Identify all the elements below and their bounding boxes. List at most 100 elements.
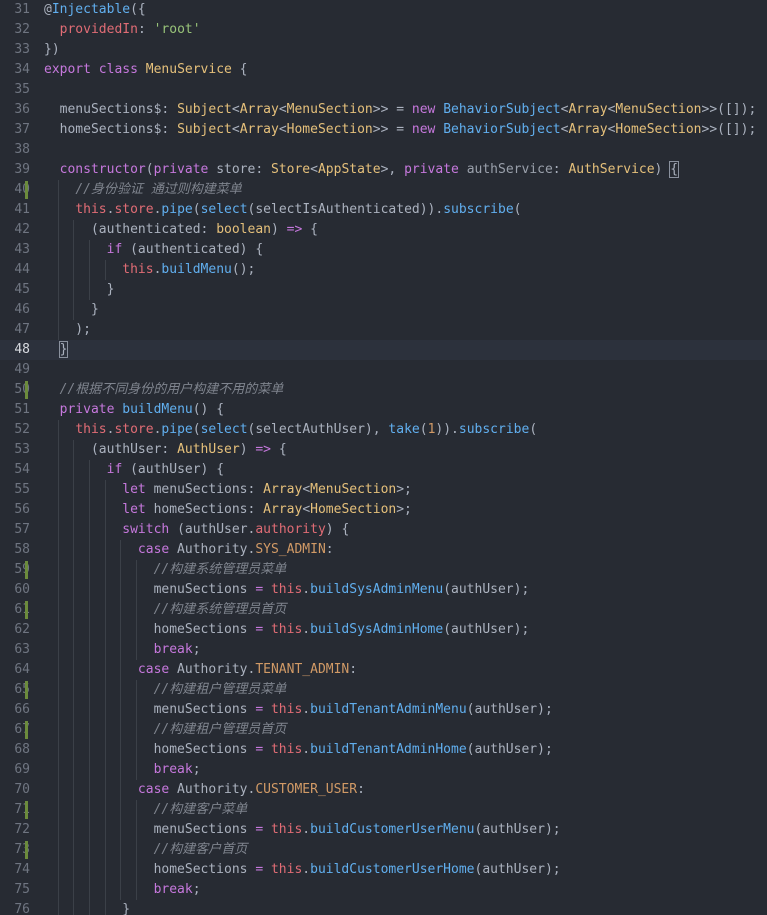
- code-token: () {: [192, 402, 225, 417]
- code-line[interactable]: 40 //身份验证 通过则构建菜单: [0, 180, 767, 200]
- code-line[interactable]: 59 //构建系统管理员菜单: [0, 560, 767, 580]
- code-text: homeSections = this.buildSysAdminHome(au…: [44, 620, 530, 640]
- matching-bracket: }: [58, 341, 69, 358]
- code-line[interactable]: 56 let homeSections: Array<HomeSection>;: [0, 500, 767, 520]
- code-line[interactable]: 34 export class MenuService {: [0, 60, 767, 80]
- code-line[interactable]: 46 }: [0, 300, 767, 320]
- code-line[interactable]: 54 if (authUser) {: [0, 460, 767, 480]
- code-line[interactable]: 62 homeSections = this.buildSysAdminHome…: [0, 620, 767, 640]
- code-line[interactable]: 31 @Injectable({: [0, 0, 767, 20]
- code-line[interactable]: 70 case Authority.CUSTOMER_USER:: [0, 780, 767, 800]
- code-line[interactable]: 36 menuSections$: Subject<Array<MenuSect…: [0, 100, 767, 120]
- code-line[interactable]: 50 //根据不同身份的用户构建不用的菜单: [0, 380, 767, 400]
- code-editor[interactable]: 31 @Injectable({32 providedIn: 'root' 33})…: [0, 0, 767, 915]
- code-text: this.store.pipe(select(selectIsAuthentic…: [44, 200, 521, 220]
- line-number: 42: [14, 222, 30, 237]
- code-line[interactable]: 48 }: [0, 340, 767, 360]
- code-token: MenuSection: [286, 102, 373, 117]
- code-comment: //根据不同身份的用户构建不用的菜单: [59, 382, 284, 397]
- code-line[interactable]: 47 );: [0, 320, 767, 340]
- code-token: =: [255, 862, 264, 877]
- code-line[interactable]: 71 //构建客户菜单: [0, 800, 767, 820]
- code-token: TENANT_ADMIN: [255, 662, 350, 677]
- code-token: buildCustomerUserMenu: [310, 822, 475, 837]
- code-text: //构建客户首页: [44, 840, 248, 860]
- code-token: Array: [568, 102, 608, 117]
- code-line[interactable]: 73 //构建客户首页: [0, 840, 767, 860]
- line-number: 72: [14, 822, 30, 837]
- code-line[interactable]: 65 //构建租户管理员菜单: [0, 680, 767, 700]
- code-text: menuSections$: Subject<Array<MenuSection…: [44, 100, 757, 120]
- code-line[interactable]: 63 break;: [0, 640, 767, 660]
- code-line[interactable]: 72 menuSections = this.buildCustomerUser…: [0, 820, 767, 840]
- code-text: break;: [44, 640, 201, 660]
- code-text: this.buildMenu();: [44, 260, 255, 280]
- code-line[interactable]: 57 switch (authUser.authority) {: [0, 520, 767, 540]
- code-text: break;: [44, 760, 201, 780]
- code-line[interactable]: 74 homeSections = this.buildCustomerUser…: [0, 860, 767, 880]
- code-line[interactable]: 75 break;: [0, 880, 767, 900]
- code-comment: //构建系统管理员首页: [153, 602, 287, 617]
- code-token: Array: [263, 502, 303, 517]
- code-token: :: [552, 162, 569, 177]
- code-token: ();: [231, 262, 256, 277]
- code-text: case Authority.CUSTOMER_USER:: [44, 780, 365, 800]
- code-line[interactable]: 76 }: [0, 900, 767, 915]
- code-line[interactable]: 42 (authenticated: boolean) => {: [0, 220, 767, 240]
- code-line[interactable]: 60 menuSections = this.buildSysAdminMenu…: [0, 580, 767, 600]
- code-line[interactable]: 64 case Authority.TENANT_ADMIN:: [0, 660, 767, 680]
- code-line[interactable]: 66 menuSections = this.buildTenantAdminM…: [0, 700, 767, 720]
- code-token: Subject: [177, 122, 232, 137]
- code-token: Array: [263, 482, 303, 497]
- code-line[interactable]: 38: [0, 140, 767, 160]
- code-line[interactable]: 68 homeSections = this.buildTenantAdminH…: [0, 740, 767, 760]
- code-text: providedIn: 'root': [44, 20, 201, 40]
- code-line[interactable]: 35: [0, 80, 767, 100]
- code-line[interactable]: 49: [0, 360, 767, 380]
- code-line[interactable]: 61 //构建系统管理员首页: [0, 600, 767, 620]
- code-token: BehaviorSubject: [443, 102, 561, 117]
- code-token: store:: [208, 162, 271, 177]
- code-line[interactable]: 33}): [0, 40, 767, 60]
- code-comment: //身份验证 通过则构建菜单: [75, 182, 242, 197]
- line-number: 49: [14, 362, 30, 377]
- code-token: }: [44, 282, 115, 297]
- code-line[interactable]: 51 private buildMenu() {: [0, 400, 767, 420]
- line-number: 56: [14, 502, 30, 517]
- code-line[interactable]: 53 (authUser: AuthUser) => {: [0, 440, 767, 460]
- code-token: Subject: [177, 102, 232, 117]
- code-line[interactable]: 43 if (authenticated) {: [0, 240, 767, 260]
- code-token: ): [270, 222, 287, 237]
- code-token: >;: [396, 482, 412, 497]
- code-line[interactable]: 45 }: [0, 280, 767, 300]
- line-number: 62: [14, 622, 30, 637]
- code-token: (authUser);: [466, 742, 553, 757]
- code-token: (: [192, 422, 201, 437]
- code-text: //构建系统管理员菜单: [44, 560, 287, 580]
- code-line[interactable]: 58 case Authority.SYS_ADMIN:: [0, 540, 767, 560]
- code-comment: //构建客户菜单: [153, 802, 248, 817]
- code-token: )).: [435, 422, 459, 437]
- code-token: :: [357, 782, 365, 797]
- code-line[interactable]: 41 this.store.pipe(select(selectIsAuthen…: [0, 200, 767, 220]
- code-line[interactable]: 67 //构建租户管理员首页: [0, 720, 767, 740]
- code-line[interactable]: 52 this.store.pipe(select(selectAuthUser…: [0, 420, 767, 440]
- code-line[interactable]: 32 providedIn: 'root': [0, 20, 767, 40]
- code-token: providedIn: [59, 22, 138, 37]
- code-line[interactable]: 39 constructor(private store: Store<AppS…: [0, 160, 767, 180]
- code-line[interactable]: 55 let menuSections: Array<MenuSection>;: [0, 480, 767, 500]
- code-token: >>([]);: [701, 122, 757, 137]
- code-line[interactable]: 69 break;: [0, 760, 767, 780]
- code-line[interactable]: 44 this.buildMenu();: [0, 260, 767, 280]
- code-text: let homeSections: Array<HomeSection>;: [44, 500, 412, 520]
- code-line[interactable]: 37 homeSections$: Subject<Array<HomeSect…: [0, 120, 767, 140]
